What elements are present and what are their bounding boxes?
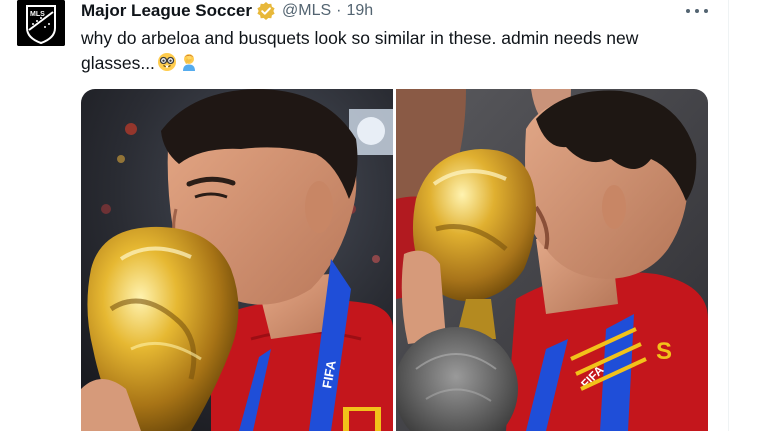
man-facepalming-emoji-icon [179,52,199,79]
nerd-face-emoji-icon [157,52,177,79]
more-options-icon[interactable] [686,2,708,20]
tweet-timestamp[interactable]: 19h [346,2,373,20]
shirt-letter: S [656,338,672,365]
media-grid: FIFA FIFA S [81,89,708,431]
tweet-text: why do arbeloa and busquets look so simi… [81,26,701,79]
mls-avatar[interactable]: MLS [17,0,65,46]
author-handle[interactable]: @MLS [282,2,331,20]
header-separator: · [336,2,342,19]
photo-right-busquets[interactable]: FIFA S [396,89,708,431]
photo-left-arbeloa[interactable]: FIFA [81,89,393,431]
verified-badge-icon[interactable] [256,1,276,21]
avatar-logo-text: MLS [30,11,45,18]
tweet[interactable]: MLS Major League Soccer @MLS · 19h why d… [0,0,728,431]
column-divider [728,0,729,431]
tweet-header: Major League Soccer @MLS · 19h [81,0,373,22]
author-name[interactable]: Major League Soccer [81,1,252,21]
